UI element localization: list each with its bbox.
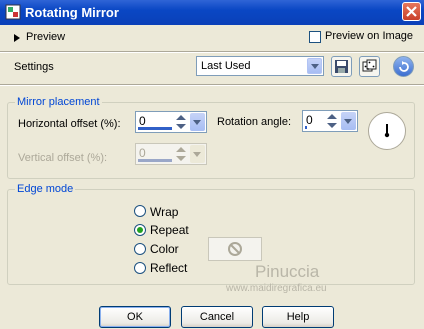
settings-label: Settings (14, 61, 54, 73)
window-title: Rotating Mirror (25, 5, 119, 20)
chevron-down-icon[interactable] (341, 112, 356, 130)
spin-arrows-icon (176, 147, 186, 161)
edge-mode-title: Edge mode (15, 183, 76, 195)
reset-icon (399, 61, 409, 72)
cancel-button[interactable]: Cancel (181, 306, 253, 328)
settings-dropdown[interactable]: Last Used (196, 56, 324, 76)
save-icon (335, 60, 348, 73)
separator (0, 84, 424, 86)
radio-wrap[interactable] (134, 205, 146, 217)
vertical-offset-value: 0 (139, 146, 146, 160)
chevron-down-icon[interactable] (307, 58, 322, 74)
radio-color-label: Color (150, 242, 179, 256)
close-button[interactable] (402, 2, 421, 21)
preview-label: Preview (26, 31, 66, 43)
radio-repeat-label: Repeat (150, 223, 189, 237)
rotation-angle-label: Rotation angle: (217, 116, 291, 128)
preview-on-image-label: Preview on Image (325, 30, 414, 42)
ok-button[interactable]: OK (99, 306, 171, 328)
settings-value: Last Used (201, 60, 251, 72)
watermark-name: Pinuccia (255, 262, 320, 281)
horizontal-offset-label: Horizontal offset (%): (18, 118, 121, 130)
vertical-offset-label: Vertical offset (%): (18, 152, 108, 164)
vertical-offset-slider (138, 159, 172, 162)
rotation-angle-input[interactable]: 0 (302, 110, 358, 132)
app-icon (5, 4, 21, 20)
color-swatch (208, 237, 262, 261)
no-color-icon (228, 242, 242, 256)
radio-reflect-label: Reflect (150, 261, 188, 275)
reset-button[interactable] (393, 56, 414, 77)
vertical-offset-input: 0 (135, 143, 207, 165)
spin-arrows-icon[interactable] (174, 113, 188, 131)
save-preset-button[interactable] (331, 56, 352, 77)
dial-icon (384, 124, 390, 138)
preview-on-image-checkbox[interactable] (309, 31, 321, 43)
rotation-angle-slider[interactable] (305, 126, 307, 129)
radio-wrap-label: Wrap (150, 205, 179, 219)
triangle-right-icon (14, 34, 20, 42)
watermark-url: www.maidiregrafica.eu (226, 283, 327, 294)
radio-color[interactable] (134, 243, 146, 255)
radio-reflect[interactable] (134, 262, 146, 274)
spin-arrows-icon[interactable] (325, 112, 339, 130)
separator (0, 51, 424, 53)
help-button[interactable]: Help (262, 306, 334, 328)
rotation-angle-dial[interactable] (368, 112, 406, 150)
chevron-down-icon (190, 145, 205, 163)
mirror-placement-title: Mirror placement (15, 96, 102, 108)
chevron-down-icon[interactable] (190, 113, 205, 131)
close-icon (406, 6, 417, 17)
title-bar: Rotating Mirror (0, 0, 424, 25)
horizontal-offset-slider[interactable] (138, 127, 172, 130)
horizontal-offset-value: 0 (139, 114, 146, 128)
preview-toggle[interactable]: Preview (14, 31, 74, 45)
horizontal-offset-input[interactable]: 0 (135, 111, 207, 133)
radio-repeat[interactable] (134, 224, 146, 236)
rotation-angle-value: 0 (306, 113, 313, 127)
randomize-button[interactable] (359, 56, 380, 77)
dice-icon (362, 59, 377, 72)
